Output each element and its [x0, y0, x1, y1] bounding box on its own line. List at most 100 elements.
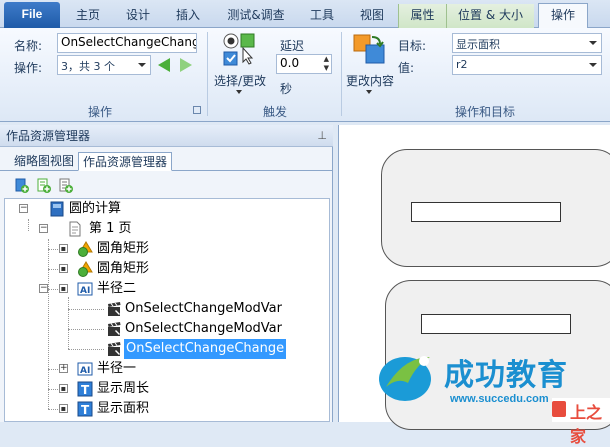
item-state-toggle[interactable]: ▪ — [59, 284, 68, 293]
group-separator — [341, 32, 342, 116]
value-label: 值: — [398, 61, 415, 75]
tree-item-radius-2[interactable]: 半径二 — [97, 279, 136, 299]
add-question-page-icon[interactable] — [58, 178, 74, 194]
item-state-toggle[interactable]: ▪ — [59, 244, 68, 253]
input-field-icon: AI — [77, 282, 93, 296]
tree-connector — [68, 309, 104, 310]
target-selector-value: 显示面积 — [456, 38, 500, 51]
tree-item-show-area[interactable]: 显示面积 — [97, 399, 149, 419]
delay-unit: 秒 — [280, 82, 293, 96]
tab-project-explorer[interactable]: 作品资源管理器 — [78, 152, 173, 171]
spin-up-icon[interactable]: ▲ — [324, 55, 329, 64]
pane-tabs: 缩略图视图 作品资源管理器 — [0, 149, 333, 171]
explorer-toolbar — [0, 175, 333, 197]
text-entry-box-2[interactable] — [421, 314, 571, 334]
tab-tools[interactable]: 工具 — [300, 4, 344, 28]
tab-properties[interactable]: 属性 — [398, 4, 446, 28]
target-label: 目标: — [398, 39, 427, 53]
text-block-icon: T — [77, 381, 93, 397]
chevron-down-icon — [589, 41, 597, 45]
action-label: 操作: — [14, 61, 43, 75]
tab-test-survey[interactable]: 测试&调查 — [216, 4, 296, 28]
group-label-trigger: 触发 — [262, 105, 287, 119]
svg-text:T: T — [81, 403, 90, 417]
action-clapper-icon — [108, 322, 121, 336]
shape-icon — [78, 261, 93, 277]
tree-item-action[interactable]: OnSelectChangeModVar — [125, 319, 282, 339]
tree-item-show-perimeter[interactable]: 显示周长 — [97, 379, 149, 399]
tab-home[interactable]: 主页 — [66, 4, 110, 28]
collapse-toggle[interactable]: − — [39, 224, 48, 233]
tree-item-rounded-rect-2[interactable]: 圆角矩形 — [97, 259, 149, 279]
watermark-site-badge: 上之家 — [552, 398, 610, 446]
chevron-down-icon — [138, 63, 146, 67]
ribbon-tab-bar: File 主页 设计 插入 测试&调查 工具 视图 属性 位置 & 大小 操作 — [0, 0, 610, 28]
tree-item-action[interactable]: OnSelectChangeModVar — [125, 299, 282, 319]
text-entry-box-1[interactable] — [411, 202, 561, 222]
add-page-icon[interactable] — [14, 178, 30, 194]
watermark-site: 上之家 — [570, 403, 603, 446]
item-state-toggle[interactable]: ▪ — [59, 404, 68, 413]
dialog-launcher-icon[interactable] — [193, 106, 201, 114]
tree-item-rounded-rect-1[interactable]: 圆角矩形 — [97, 239, 149, 259]
tab-insert[interactable]: 插入 — [166, 4, 210, 28]
tree-item-page-1[interactable]: 第 1 页 — [89, 219, 132, 239]
page-icon — [69, 221, 81, 237]
spin-down-icon[interactable]: ▼ — [324, 64, 329, 73]
delay-value: 0.0 — [280, 56, 300, 70]
input-field-icon: AI — [77, 362, 93, 376]
watermark-brand: 成功教育 — [444, 358, 568, 393]
chevron-down-icon[interactable] — [366, 90, 372, 94]
tree-connector — [68, 297, 69, 349]
tree-item-project[interactable]: 圆的计算 — [69, 199, 121, 219]
next-action-icon[interactable] — [180, 58, 192, 72]
svg-text:T: T — [81, 383, 90, 397]
tab-file[interactable]: File — [4, 2, 60, 28]
delay-stepper[interactable]: 0.0 ▲ ▼ — [276, 54, 332, 74]
select-change-trigger-icon[interactable] — [222, 32, 258, 68]
item-state-toggle[interactable]: ▪ — [59, 384, 68, 393]
add-chapter-icon[interactable] — [36, 178, 52, 194]
tab-design[interactable]: 设计 — [116, 4, 160, 28]
change-content-label[interactable]: 更改内容 — [346, 72, 394, 89]
svg-text:AI: AI — [80, 366, 90, 376]
chevron-down-icon — [589, 63, 597, 67]
delay-label: 延迟 — [280, 39, 305, 53]
collapse-toggle[interactable]: − — [19, 204, 28, 213]
tab-view[interactable]: 视图 — [350, 4, 394, 28]
book-icon — [50, 201, 64, 217]
shape-icon — [78, 241, 93, 257]
tree-connector — [28, 219, 29, 231]
previous-action-icon[interactable] — [158, 58, 170, 72]
site-logo-icon — [552, 401, 566, 417]
tree-connector — [68, 349, 104, 350]
tab-actions[interactable]: 操作 — [538, 3, 588, 28]
project-explorer-pane: 作品资源管理器 ⊥ 缩略图视图 作品资源管理器 − 圆的计算 − 第 1 页 ▪ — [0, 125, 333, 422]
svg-text:AI: AI — [80, 286, 90, 296]
watermark-url: www.succedu.com — [450, 393, 549, 405]
text-block-icon: T — [77, 401, 93, 417]
action-selector[interactable]: 3，共 3 个 — [57, 55, 151, 75]
ribbon: 名称: OnSelectChangeChange 操作: 3，共 3 个 操作 … — [0, 28, 610, 122]
pane-title: 作品资源管理器 ⊥ — [0, 125, 333, 147]
tree-item-radius-1[interactable]: 半径一 — [97, 359, 136, 379]
pin-icon[interactable]: ⊥ — [317, 125, 327, 147]
value-selector[interactable]: r2 — [452, 55, 602, 75]
chevron-down-icon[interactable] — [236, 90, 242, 94]
name-label: 名称: — [14, 39, 43, 53]
explorer-tree: − 圆的计算 − 第 1 页 ▪ 圆角矩形 ▪ 圆角矩形 − ▪ AI 半径二 … — [4, 198, 330, 422]
tree-item-action-selected[interactable]: OnSelectChangeChange — [124, 339, 287, 359]
target-selector[interactable]: 显示面积 — [452, 33, 602, 53]
tab-thumbnail-view[interactable]: 缩略图视图 — [10, 152, 78, 171]
tree-connector — [48, 239, 49, 409]
expand-toggle[interactable]: + — [59, 364, 68, 373]
action-clapper-icon — [108, 302, 121, 316]
item-state-toggle[interactable]: ▪ — [59, 264, 68, 273]
group-label-target: 操作和目标 — [454, 105, 515, 119]
change-content-icon[interactable] — [352, 33, 386, 67]
name-field[interactable]: OnSelectChangeChange — [57, 33, 197, 53]
group-separator — [207, 32, 208, 116]
trigger-button-label[interactable]: 选择/更改 — [214, 72, 266, 89]
tab-position-size[interactable]: 位置 & 大小 — [446, 4, 534, 28]
collapse-toggle[interactable]: − — [39, 284, 48, 293]
